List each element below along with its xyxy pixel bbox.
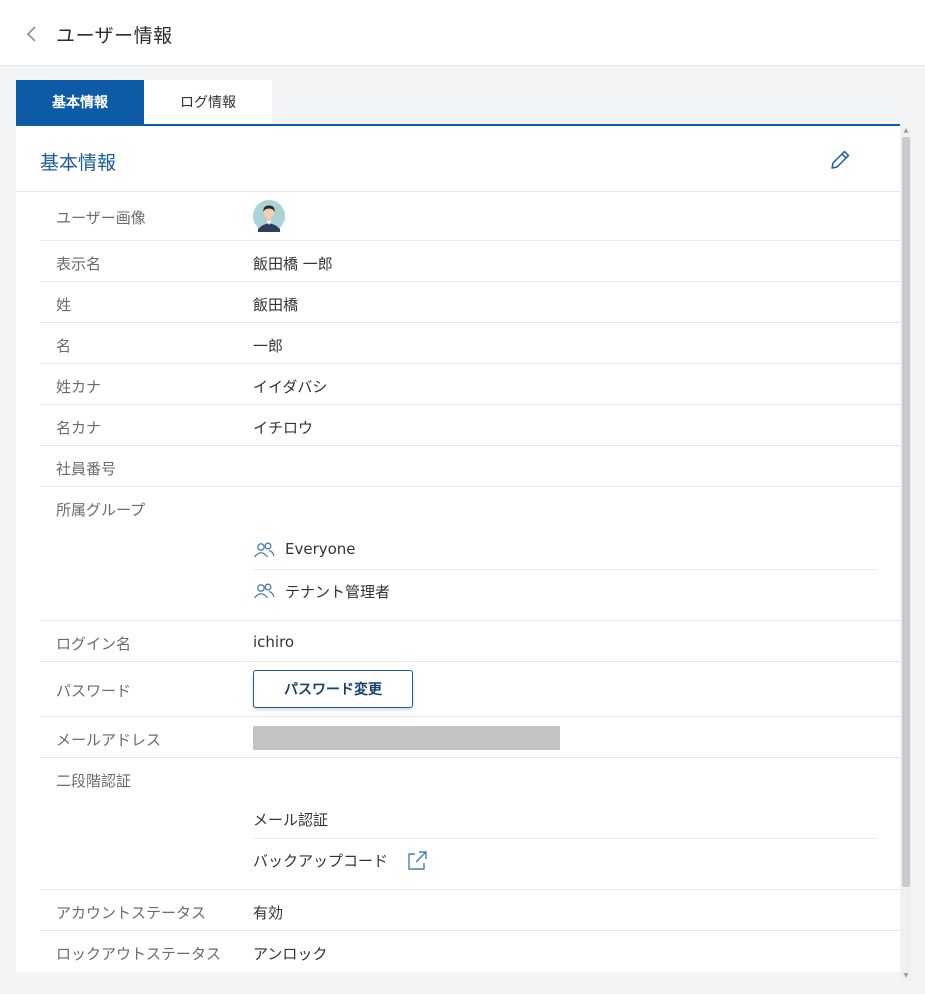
row-email: メールアドレス [40,717,900,758]
value-last-name-kana: イイダバシ [253,378,328,396]
email-value-redacted [253,726,560,750]
value-first-name-kana: イチロウ [253,419,314,437]
label-two-factor: 二段階認証 [56,772,132,790]
change-password-button[interactable]: パスワード変更 [253,670,413,708]
group-icon [253,583,275,599]
basic-info-panel: 基本情報 ユーザー画像 表示名 飯田橋 一郎 姓 飯田橋 名 一郎 姓カナ イイ… [16,124,900,972]
page-header: ユーザー情報 [0,0,925,66]
value-display-name: 飯田橋 一郎 [253,255,333,273]
label-employee-number: 社員番号 [56,460,117,478]
row-two-factor: 二段階認証 メール認証 バックアップコード [40,758,900,890]
value-first-name: 一郎 [253,337,284,355]
pencil-icon [831,150,850,169]
value-last-name: 飯田橋 [253,296,299,314]
back-button[interactable] [22,22,44,46]
label-password: パスワード [56,682,132,700]
row-user-image: ユーザー画像 [40,192,900,241]
value-lockout-status: アンロック [253,945,328,963]
scrollbar[interactable]: ▲ ▼ [901,127,911,980]
section-header: 基本情報 [16,126,900,192]
group-name: テナント管理者 [285,583,391,601]
scroll-up-arrow[interactable]: ▲ [901,127,911,135]
two-factor-item: バックアップコード [253,840,877,880]
label-last-name: 姓 [56,296,72,314]
tab-basic-info[interactable]: 基本情報 [16,80,144,124]
value-login-name: ichiro [253,633,295,651]
label-user-image: ユーザー画像 [56,209,146,227]
edit-button[interactable] [828,148,852,172]
row-first-name: 名 一郎 [40,323,900,364]
row-employee-number: 社員番号 [40,446,900,487]
two-factor-backup-code: バックアップコード [253,852,389,870]
label-account-status: アカウントステータス [56,904,207,922]
label-last-name-kana: 姓カナ [56,378,102,396]
two-factor-item: メール認証 [253,799,877,839]
row-account-status: アカウントステータス 有効 [40,890,900,931]
row-lockout-status: ロックアウトステータス アンロック [40,931,900,972]
label-login-name: ログイン名 [56,635,132,653]
two-factor-email: メール認証 [253,811,329,829]
row-last-name: 姓 飯田橋 [40,282,900,323]
label-display-name: 表示名 [56,255,102,273]
group-name: Everyone [285,540,356,558]
row-password: パスワード パスワード変更 [40,662,900,717]
page-title: ユーザー情報 [56,25,173,47]
label-first-name-kana: 名カナ [56,419,102,437]
group-item[interactable]: Everyone [253,530,877,570]
scroll-thumb[interactable] [902,137,910,887]
tab-log-info[interactable]: ログ情報 [144,80,272,124]
label-lockout-status: ロックアウトステータス [56,945,222,963]
row-groups: 所属グループ Everyone テナント管理者 [40,487,900,621]
row-first-name-kana: 名カナ イチロウ [40,405,900,446]
row-login-name: ログイン名 ichiro [40,621,900,662]
external-link-icon[interactable] [406,850,428,872]
group-icon [253,542,275,558]
row-last-name-kana: 姓カナ イイダバシ [40,364,900,405]
label-first-name: 名 [56,337,72,355]
chevron-left-icon [26,26,36,42]
label-groups: 所属グループ [56,501,146,519]
section-title: 基本情報 [40,152,117,174]
scroll-down-arrow[interactable]: ▼ [901,972,911,980]
tab-bar: 基本情報 ログ情報 [16,80,272,124]
value-account-status: 有効 [253,904,284,922]
group-item[interactable]: テナント管理者 [253,571,877,611]
label-email: メールアドレス [56,731,162,749]
avatar [253,200,285,232]
row-display-name: 表示名 飯田橋 一郎 [40,241,900,282]
